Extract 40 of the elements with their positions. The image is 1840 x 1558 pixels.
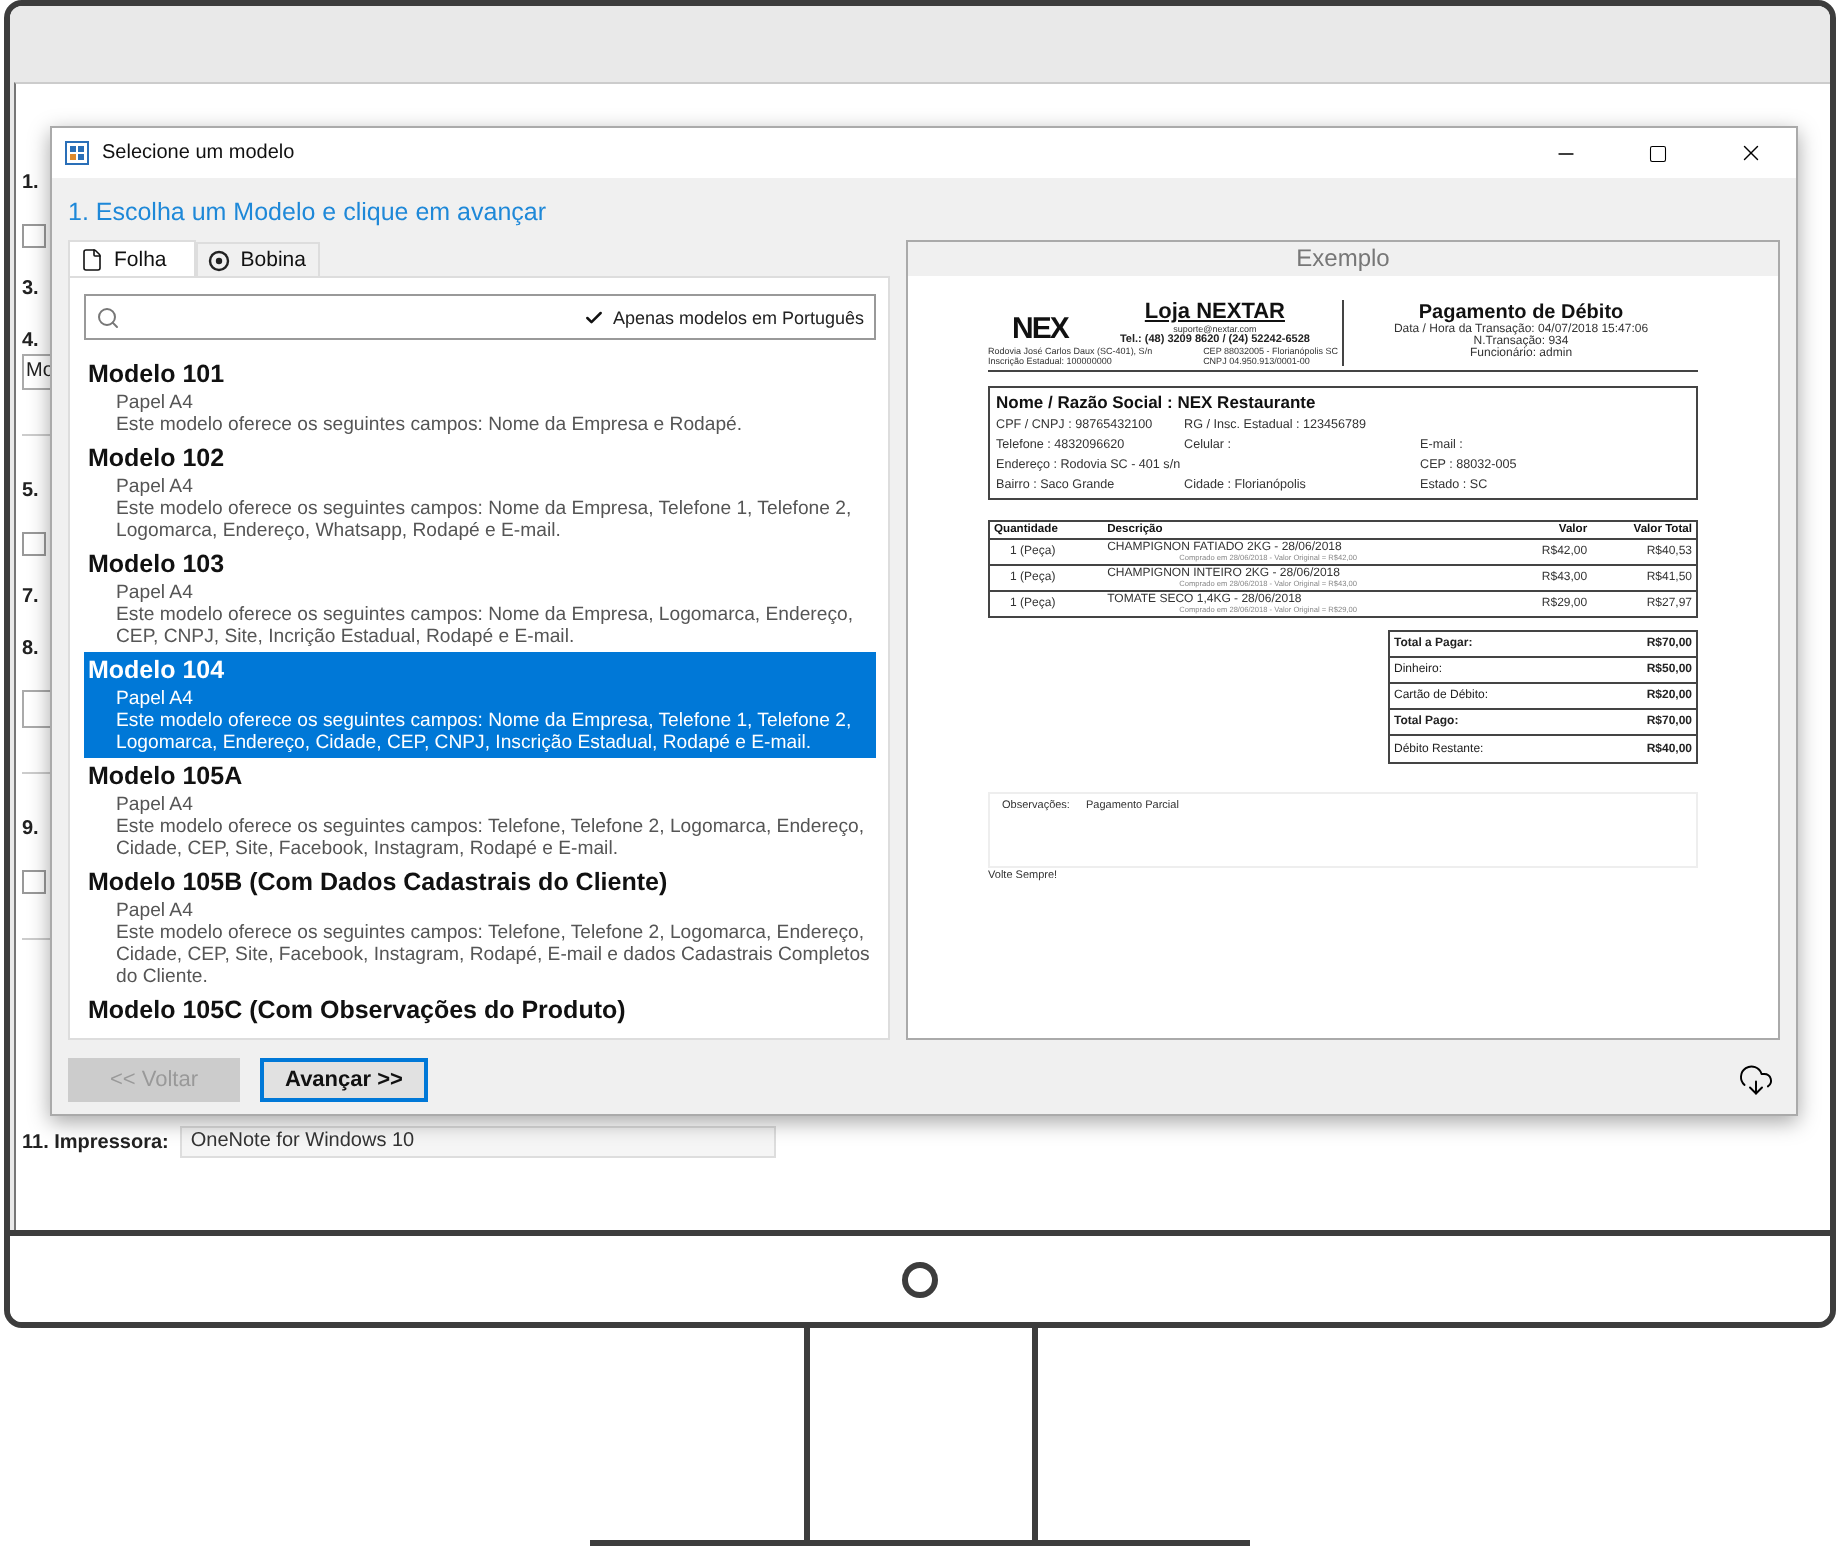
document-title: Pagamento de Débito [1418,302,1624,324]
tab[interactable]: Folha [68,240,197,278]
checkbox[interactable] [22,224,46,248]
form-label: 5. [22,480,39,502]
preview-title: Exemplo [908,242,1778,276]
form-label: 4. [22,330,39,352]
step-heading: 1. Escolha um Modelo e clique em avançar [66,196,549,230]
download-button[interactable] [1738,1062,1774,1098]
form-label: 11. Impressora: [22,1131,169,1153]
form-label: 8. [22,638,39,660]
model-list-item[interactable]: Modelo 103 Papel A4 Este modelo oferece os seguintes campos: Nome da Empresa, Logomarca, Endereço, CEP, CNPJ, Site, Incrição Estadual, Rodapé e E-mail. [84,546,877,652]
store-name: Loja NEXTAR [1144,300,1285,324]
tab[interactable]: Bobina [196,242,320,276]
checkbox-label: Apenas modelos em Português [612,307,865,327]
form-label: 7. [22,586,39,608]
model-list-item[interactable]: Modelo 105C (Com Observações do Produto) [84,992,877,1032]
model-list-item[interactable]: Modelo 101 Papel A4 Este modelo oferece os seguintes campos: Nome da Empresa e Rodapé. [84,356,877,440]
maximize-icon [1648,143,1668,163]
check-icon [584,307,605,327]
form-label: 3. [22,278,39,300]
checkbox[interactable] [22,532,46,556]
printer-dropdown[interactable]: OneNote for Windows 10 [180,1126,777,1158]
model-list-item[interactable]: Modelo 105A Papel A4 Este modelo oferece os seguintes campos: Telefone, Telefone 2, Logomarca, Endereço, Cidade, CEP, Site, Facebook, Instagram, Rodapé e E-mail. [84,758,877,864]
checkbox[interactable] [584,307,605,327]
search-field[interactable]: Apenas modelos em Português [84,294,877,340]
page-icon [80,248,104,272]
cloud-download-icon [1738,1062,1774,1098]
checkbox[interactable] [22,870,46,894]
app-icon [64,140,90,166]
logo: NEX [1012,312,1068,346]
next-button[interactable]: Avançar >> [260,1058,428,1102]
search-icon [96,305,120,329]
form-label: 9. [22,818,39,840]
model-list-item[interactable]: Modelo 104 Papel A4 Este modelo oferece os seguintes campos: Nome da Empresa, Telefone 1, Telefone 2, Logomarca, Endereço, Cidade, CEP, CNPJ, Inscrição Estadual, Rodapé e E-mail. [84,652,877,758]
target-icon [208,249,231,271]
model-list-item[interactable]: Modelo 105B (Com Dados Cadastrais do Cliente) Papel A4 Este modelo oferece os seguintes campos: Telefone, Telefone 2, Logomarca, Endereço, Cidade, CEP, Site, Facebook, Instagram, Rodapé, E-mail e dados Cadastrais Completos do Cliente. [84,864,877,992]
form-label: 1. [22,172,39,194]
model-list-item[interactable]: Modelo 102 Papel A4 Este modelo oferece os seguintes campos: Nome da Empresa, Telefone 1, Telefone 2, Logomarca, Endereço, Whatsapp, Rodapé e E-mail. [84,440,877,546]
customer-name: Nome / Razão Social : NEX Restaurante [996,392,1318,412]
window-title: Selecione um modelo [102,142,297,164]
